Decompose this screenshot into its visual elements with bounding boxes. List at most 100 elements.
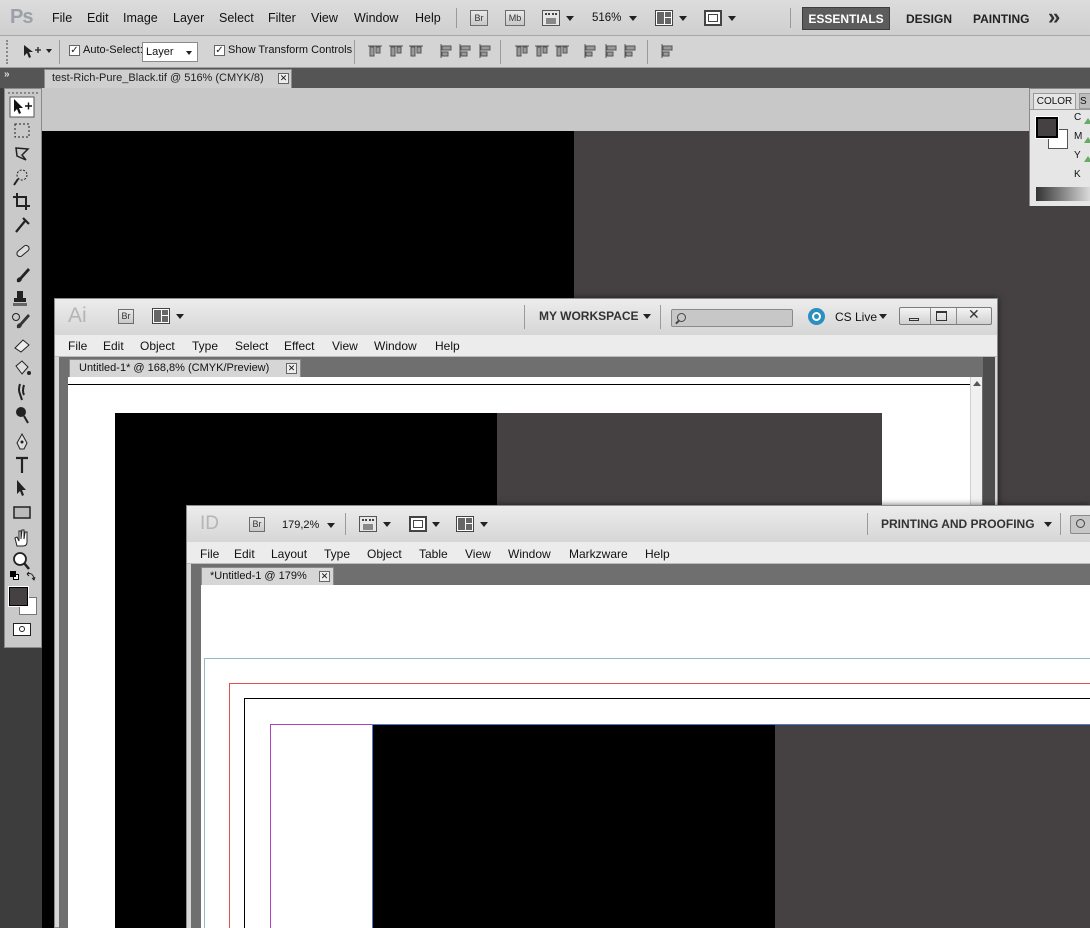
move-tool-preset-icon[interactable] [22, 44, 42, 60]
channel-slider-icon[interactable] [1084, 118, 1090, 124]
align-distribute-icon[interactable] [582, 43, 598, 59]
marquee-tool-icon[interactable] [8, 120, 36, 142]
ps-screen-mode-icon[interactable] [704, 10, 722, 26]
ai-menu-help[interactable]: Help [435, 339, 460, 353]
ps-menu-edit[interactable]: Edit [87, 0, 109, 36]
ai-bridge-button[interactable]: Br [118, 309, 134, 324]
smudge-tool-icon[interactable] [8, 380, 36, 402]
show-transform-checkbox[interactable]: ✓ [214, 45, 225, 56]
id-bridge-button[interactable]: Br [249, 517, 265, 532]
dodge-tool-icon[interactable] [8, 404, 36, 426]
color-ramp[interactable] [1036, 187, 1090, 201]
close-icon[interactable]: ✕ [968, 306, 980, 323]
channel-slider-icon[interactable] [1084, 137, 1090, 143]
cs-live-button[interactable]: CS Live [835, 310, 877, 324]
quick-select-tool-icon[interactable] [8, 166, 36, 188]
type-tool-icon[interactable] [8, 454, 36, 476]
color-panel-tab[interactable]: COLOR [1033, 93, 1076, 109]
align-distribute-icon[interactable] [514, 43, 530, 59]
id-menu-edit[interactable]: Edit [234, 547, 255, 561]
minimize-icon[interactable] [909, 318, 919, 321]
ai-menu-edit[interactable]: Edit [103, 339, 124, 353]
ps-screen-mode-caret-icon[interactable] [728, 16, 736, 21]
align-distribute-icon[interactable] [554, 43, 570, 59]
ps-arrange-icon[interactable] [655, 10, 673, 26]
id-screen-mode-icon[interactable] [409, 516, 427, 532]
align-distribute-icon[interactable] [603, 43, 619, 59]
move-tool-icon[interactable] [8, 96, 36, 118]
ps-menu-help[interactable]: Help [415, 0, 441, 36]
align-distribute-icon[interactable] [438, 43, 454, 59]
ai-menu-window[interactable]: Window [374, 339, 417, 353]
zoom-tool-icon[interactable] [8, 550, 36, 572]
ps-doc-tab-close-icon[interactable]: ✕ [278, 73, 289, 84]
foreground-color-swatch[interactable] [1035, 116, 1059, 139]
paint-bucket-tool-icon[interactable] [8, 357, 36, 379]
ps-bridge-button[interactable]: Br [470, 10, 488, 26]
channel-slider-icon[interactable] [1084, 156, 1090, 162]
ps-menu-layer[interactable]: Layer [173, 0, 204, 36]
swatches-panel-tab[interactable]: S [1079, 93, 1090, 109]
align-distribute-icon[interactable] [457, 43, 473, 59]
id-menu-file[interactable]: File [200, 547, 219, 561]
ps-minibridge-button[interactable]: Mb [505, 10, 525, 26]
id-zoom-caret-icon[interactable] [327, 523, 335, 528]
ai-workspace-switcher[interactable]: MY WORKSPACE [539, 309, 639, 323]
id-screen-mode-caret-icon[interactable] [432, 522, 440, 527]
ai-menu-file[interactable]: File [68, 339, 87, 353]
eyedropper-tool-icon[interactable] [8, 213, 36, 235]
workspace-painting[interactable]: PAINTING [973, 12, 1029, 26]
ps-arrange-caret-icon[interactable] [679, 16, 687, 21]
workspace-more-icon[interactable]: » [1048, 4, 1060, 30]
scroll-up-icon[interactable] [973, 381, 981, 386]
id-zoom-value[interactable]: 179,2% [282, 519, 319, 531]
id-arrange-caret-icon[interactable] [480, 522, 488, 527]
id-arrange-icon[interactable] [456, 516, 474, 532]
collapse-panels-icon[interactable]: » [4, 69, 10, 80]
align-distribute-icon[interactable] [622, 43, 638, 59]
id-menu-layout[interactable]: Layout [271, 547, 307, 561]
ps-menu-filter[interactable]: Filter [268, 0, 296, 36]
ps-extras-icon[interactable] [542, 10, 560, 26]
pen-tool-icon[interactable] [8, 431, 36, 453]
id-view-options-caret-icon[interactable] [383, 522, 391, 527]
ps-zoom-value[interactable]: 516% [592, 12, 621, 24]
ai-menu-view[interactable]: View [332, 339, 358, 353]
swap-colors-icon[interactable] [26, 570, 36, 581]
quick-mask-icon[interactable] [13, 623, 31, 636]
crop-tool-icon[interactable] [8, 190, 36, 212]
ai-doc-tab[interactable]: Untitled-1* @ 168,8% (CMYK/Preview) ✕ [69, 359, 301, 377]
tools-foreground-swatch[interactable] [8, 586, 29, 607]
align-distribute-icon[interactable] [408, 43, 424, 59]
id-workspace-switcher[interactable]: PRINTING AND PROOFING [881, 517, 1035, 531]
brush-tool-icon[interactable] [8, 264, 36, 286]
id-search-field[interactable] [1070, 515, 1090, 534]
eraser-tool-icon[interactable] [8, 333, 36, 355]
rectangle-tool-icon[interactable] [8, 501, 36, 523]
default-colors-icon[interactable] [10, 571, 20, 581]
ps-menu-view[interactable]: View [311, 0, 338, 36]
ps-extras-caret-icon[interactable] [566, 16, 574, 21]
id-workspace-caret-icon[interactable] [1044, 522, 1052, 527]
ai-search-field[interactable] [671, 309, 793, 327]
ps-menu-image[interactable]: Image [123, 0, 158, 36]
id-doc-tab[interactable]: *Untitled-1 @ 179% ✕ [201, 567, 334, 585]
ai-menu-select[interactable]: Select [235, 339, 268, 353]
ai-menu-effect[interactable]: Effect [284, 339, 314, 353]
align-distribute-icon[interactable] [534, 43, 550, 59]
hand-tool-icon[interactable] [8, 527, 36, 549]
id-menu-table[interactable]: Table [419, 547, 448, 561]
healing-brush-tool-icon[interactable] [8, 240, 36, 262]
history-brush-tool-icon[interactable] [8, 310, 36, 332]
id-doc-tab-close-icon[interactable]: ✕ [319, 571, 330, 582]
restore-icon[interactable] [936, 311, 947, 321]
ai-workspace-caret-icon[interactable] [643, 314, 651, 319]
align-distribute-icon[interactable] [477, 43, 493, 59]
lasso-tool-icon[interactable] [8, 143, 36, 165]
ai-doc-tab-close-icon[interactable]: ✕ [286, 363, 297, 374]
ai-menu-type[interactable]: Type [192, 339, 218, 353]
id-menu-view[interactable]: View [465, 547, 491, 561]
ps-menu-window[interactable]: Window [354, 0, 398, 36]
ps-panel-dock-strip[interactable]: » test-Rich-Pure_Black.tif @ 516% (CMYK/… [0, 68, 1090, 88]
ai-arrange-caret-icon[interactable] [176, 314, 184, 319]
